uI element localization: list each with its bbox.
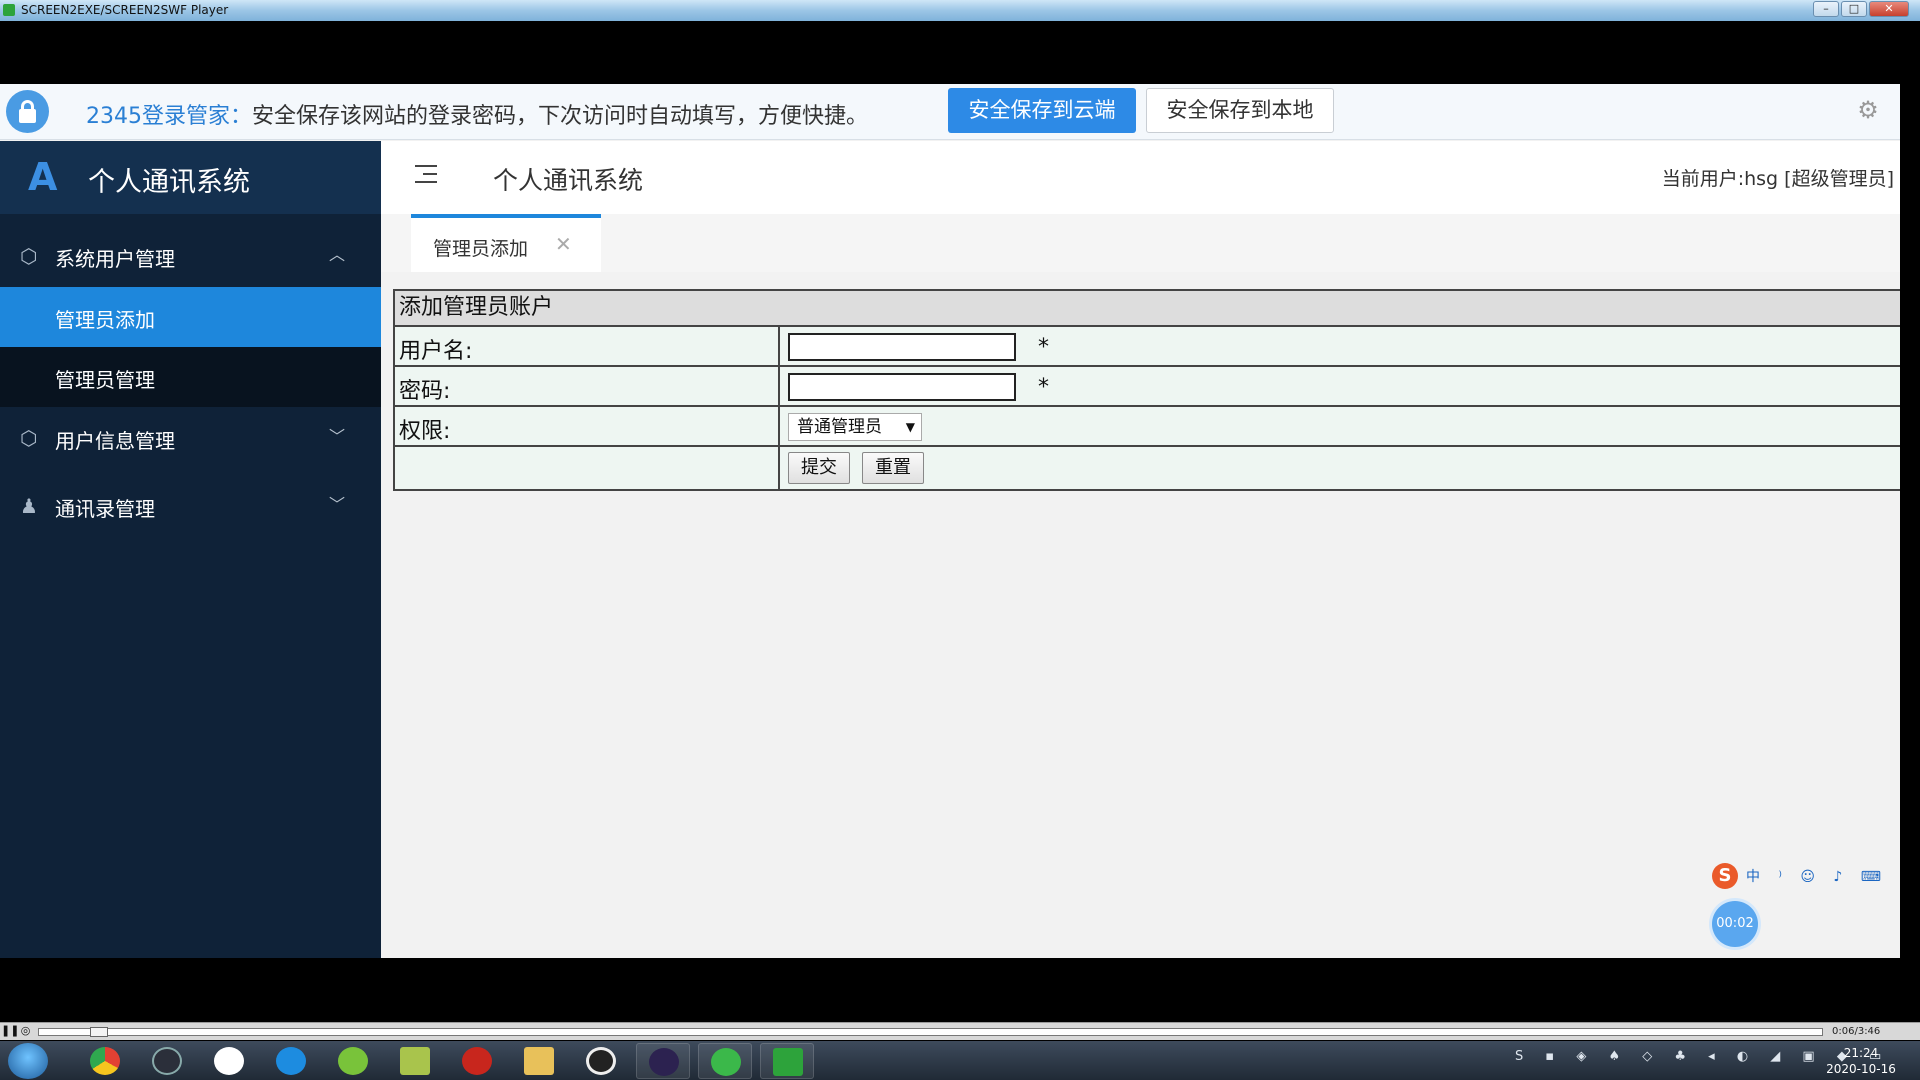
baidu-netdisk-icon[interactable] xyxy=(202,1043,256,1079)
form-caption: 添加管理员账户 xyxy=(395,291,1900,327)
tabs-bar: 管理员添加 ✕ xyxy=(381,214,1900,272)
username-input[interactable] xyxy=(788,333,1016,361)
password-manager-brand: 2345登录管家： xyxy=(86,104,252,129)
required-mark: * xyxy=(1038,335,1049,360)
password-manager-message: 2345登录管家：安全保存该网站的登录密码，下次访问时自动填写，方便快捷。 xyxy=(86,98,868,130)
app-icon xyxy=(3,4,15,16)
form-row-role: 权限: 普通管理员 ▼ xyxy=(395,407,1900,447)
pause-button[interactable]: ❚❚ xyxy=(1,1024,19,1038)
playback-time: 0:06/3:46 xyxy=(1832,1026,1881,1037)
sidebar-group-user-info[interactable]: ⬡ 用户信息管理 ﹀ xyxy=(0,407,381,469)
screen2exe-icon[interactable] xyxy=(760,1043,814,1079)
close-window-button[interactable]: ✕ xyxy=(1869,1,1909,17)
stop-button[interactable]: ◎ xyxy=(19,1024,32,1038)
password-input[interactable] xyxy=(788,373,1016,401)
chevron-down-icon: ﹀ xyxy=(329,495,346,514)
password-manager-text: 安全保存该网站的登录密码，下次访问时自动填写，方便快捷。 xyxy=(252,104,869,129)
qq-icon[interactable] xyxy=(574,1043,628,1079)
app-icon[interactable] xyxy=(140,1043,194,1079)
taskbar-clock[interactable]: 21:24 2020-10-16 xyxy=(1826,1045,1896,1077)
tab-admin-add[interactable]: 管理员添加 ✕ xyxy=(411,214,601,272)
user-icon: ♟ xyxy=(20,494,38,518)
start-button[interactable] xyxy=(8,1043,48,1079)
sidebar-group-system-users[interactable]: ⬡ 系统用户管理 ︿ xyxy=(0,225,381,287)
sidebar-logo: A 个人通讯系统 xyxy=(0,141,381,214)
submit-button[interactable]: 提交 xyxy=(788,452,850,484)
username-label: 用户名: xyxy=(399,339,473,364)
logo-icon: A xyxy=(28,155,58,199)
role-select-value: 普通管理员 xyxy=(797,417,882,437)
page-title: 个人通讯系统 xyxy=(493,166,644,195)
chevron-down-icon: ﹀ xyxy=(329,427,346,446)
seek-bar[interactable] xyxy=(38,1028,1823,1036)
ime-toolbar[interactable]: S 中 ⁾ ☺ ♪ ⌨ ♙ ⊤ ▦ xyxy=(1712,863,1900,889)
taskbar: S ▪ ◈ ♠ ◇ ♣ ◂ ◐ ◢ ▣ ◆ ▭ 21:24 2020-10-16 xyxy=(0,1041,1920,1080)
password-label: 密码: xyxy=(399,379,451,404)
password-manager-bar: 2345登录管家：安全保存该网站的登录密码，下次访问时自动填写，方便快捷。 安全… xyxy=(0,84,1900,140)
chevron-up-icon: ︿ xyxy=(329,245,346,264)
chart-app-icon[interactable] xyxy=(388,1043,442,1079)
reset-button[interactable]: 重置 xyxy=(862,452,924,484)
window-title: SCREEN2EXE/SCREEN2SWF Player xyxy=(21,3,229,17)
required-mark: * xyxy=(1038,375,1049,400)
top-navbar: 个人通讯系统 当前用户:hsg [超级管理员] xyxy=(381,141,1900,214)
sidebar-group-label: 通讯录管理 xyxy=(55,497,155,521)
maximize-button[interactable]: □ xyxy=(1841,1,1867,17)
sidebar-item-admin-add[interactable]: 管理员添加 xyxy=(0,287,381,347)
tab-label: 管理员添加 xyxy=(433,238,529,260)
sidebar-group-contacts[interactable]: ♟ 通讯录管理 ﹀ xyxy=(0,475,381,537)
sidebar-item-label: 管理员添加 xyxy=(55,308,155,332)
minimize-button[interactable]: – xyxy=(1813,1,1839,17)
lock-icon xyxy=(6,90,49,133)
save-to-local-button[interactable]: 安全保存到本地 xyxy=(1146,88,1334,133)
dropdown-arrow-icon: ▼ xyxy=(905,420,915,434)
current-user-info: 当前用户:hsg [超级管理员] xyxy=(1661,168,1894,190)
browser-viewport: 2345登录管家：安全保存该网站的登录密码，下次访问时自动填写，方便快捷。 安全… xyxy=(0,84,1900,958)
form-row-actions: 提交 重置 xyxy=(395,447,1900,489)
file-explorer-icon[interactable] xyxy=(512,1043,566,1079)
browser-icon[interactable] xyxy=(264,1043,318,1079)
form-row-username: 用户名: * xyxy=(395,327,1900,367)
clock-time: 21:24 xyxy=(1843,1046,1879,1060)
recording-timer: 00:02 xyxy=(1712,901,1758,947)
sidebar: A 个人通讯系统 ⬡ 系统用户管理 ︿ 管理员添加 管理员管理 ⬡ 用户信息管理… xyxy=(0,141,381,958)
close-icon[interactable]: ✕ xyxy=(555,232,572,256)
form-row-password: 密码: * xyxy=(395,367,1900,407)
add-admin-form: 添加管理员账户 用户名: * 密码: * 权限: 普通管理员 ▼ 提交 重置 xyxy=(393,289,1900,491)
cube-icon: ⬡ xyxy=(20,244,38,268)
leaf-app-icon[interactable] xyxy=(326,1043,380,1079)
sidebar-item-label: 管理员管理 xyxy=(55,368,155,392)
ime-logo-icon[interactable]: S xyxy=(1712,863,1738,889)
cube-icon: ⬡ xyxy=(20,426,38,450)
gear-icon[interactable]: ⚙ xyxy=(1855,97,1881,123)
role-label: 权限: xyxy=(399,419,451,444)
role-select[interactable]: 普通管理员 ▼ xyxy=(788,413,922,441)
clock-date: 2020-10-16 xyxy=(1826,1062,1896,1076)
wechat-icon[interactable] xyxy=(698,1043,752,1079)
sidebar-item-admin-manage[interactable]: 管理员管理 xyxy=(0,347,381,407)
sidebar-group-label: 系统用户管理 xyxy=(55,247,175,271)
window-title-bar: SCREEN2EXE/SCREEN2SWF Player – □ ✕ xyxy=(0,0,1920,21)
ime-tool-icons[interactable]: 中 ⁾ ☺ ♪ ⌨ ♙ ⊤ ▦ xyxy=(1746,866,1900,886)
chrome-icon[interactable] xyxy=(78,1043,132,1079)
eclipse-icon[interactable] xyxy=(636,1043,690,1079)
flash-icon[interactable] xyxy=(450,1043,504,1079)
main-content: 个人通讯系统 当前用户:hsg [超级管理员] 管理员添加 ✕ 添加管理员账户 … xyxy=(381,141,1900,958)
sidebar-app-title: 个人通讯系统 xyxy=(88,167,250,198)
menu-toggle-icon[interactable] xyxy=(413,165,437,185)
sidebar-group-label: 用户信息管理 xyxy=(55,429,175,453)
player-controls: ❚❚ ◎ 0:06/3:46 xyxy=(0,1022,1920,1040)
save-to-cloud-button[interactable]: 安全保存到云端 xyxy=(948,88,1136,133)
seek-thumb[interactable] xyxy=(90,1027,108,1037)
